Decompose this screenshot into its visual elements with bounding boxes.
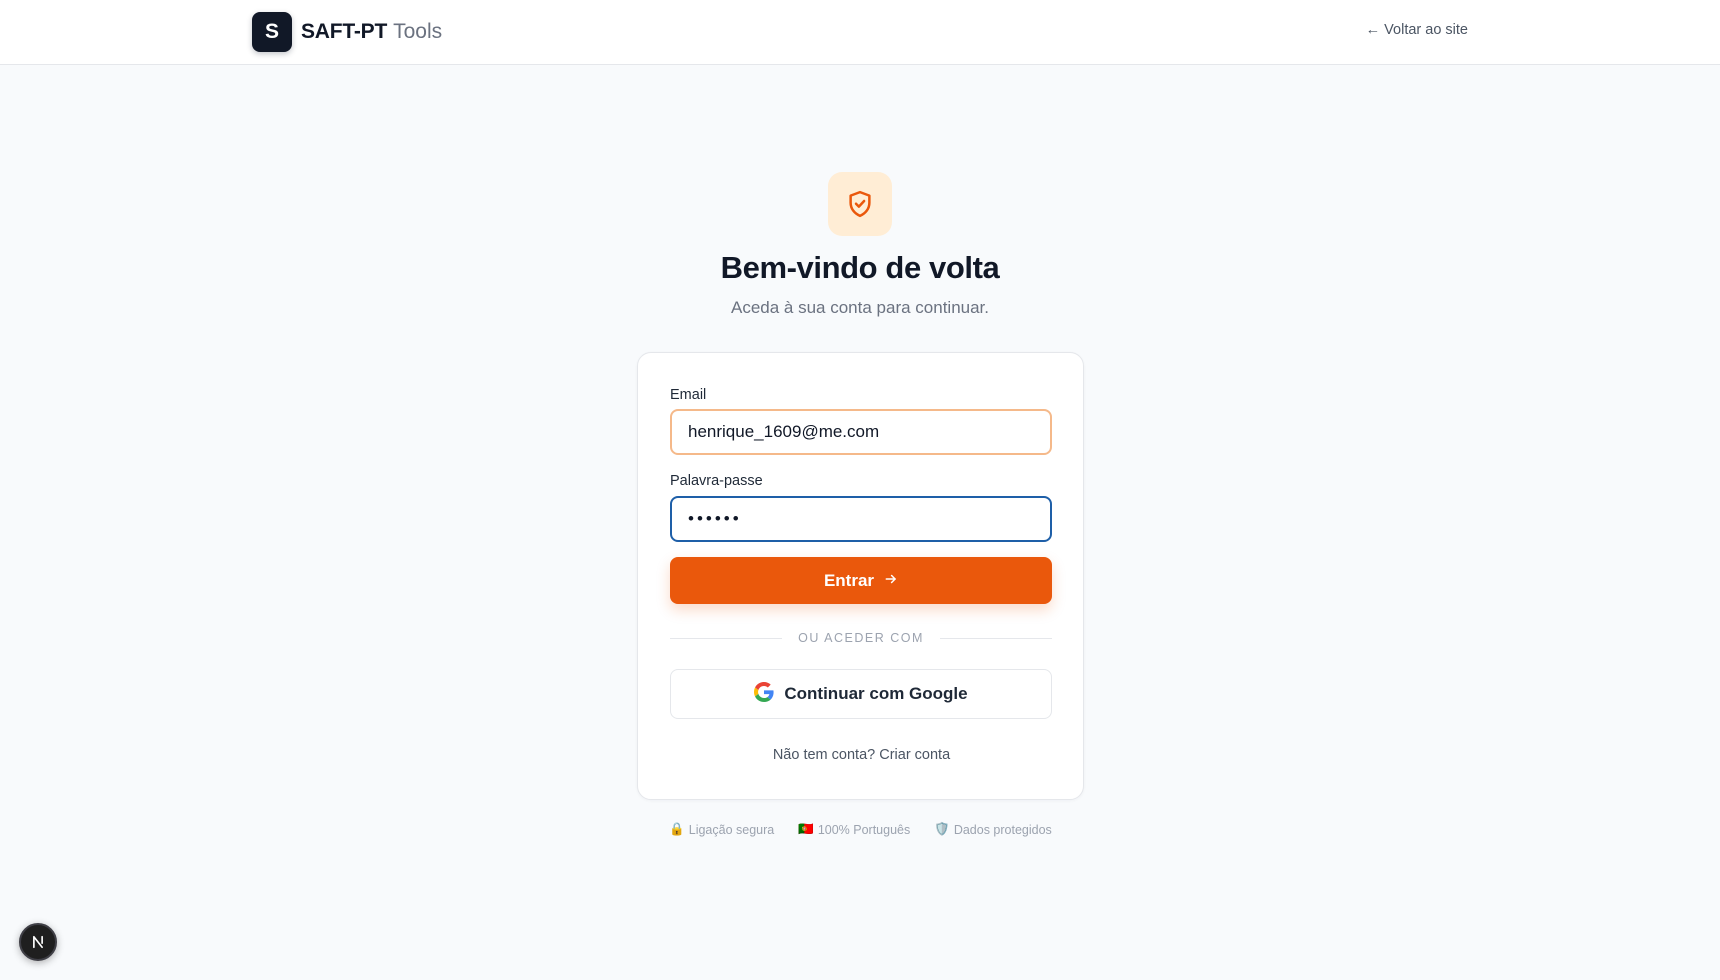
nextjs-dev-badge[interactable] [19,923,57,961]
create-account-link[interactable]: Criar conta [879,747,950,763]
google-button-label: Continuar com Google [784,684,968,703]
page-subtitle: Aceda à sua conta para continuar. [730,298,989,317]
divider-line-left [670,637,783,639]
trust-item-secure: 🔒 Ligação segura [669,822,774,837]
login-card: Email Palavra-passe Entrar OU ACEDER COM… [637,352,1084,800]
or-divider: OU ACEDER COM [670,630,1053,646]
shield-icon: 🛡️ [934,822,950,836]
portugal-flag-icon: 🇵🇹 [798,822,814,836]
signup-prompt: Não tem conta? [772,747,876,763]
brand-wordmark: SAFT-PT Tools [301,20,442,44]
trust-label: 100% Português [817,822,911,837]
arrow-right-icon [884,571,898,591]
brand-logo-link[interactable]: S SAFT-PT Tools [252,12,442,52]
lock-icon: 🔒 [669,822,685,836]
back-to-site-link[interactable]: ← Voltar ao site [1366,22,1468,38]
email-field[interactable] [670,409,1052,455]
trust-item-portuguese: 🇵🇹 100% Português [798,822,910,837]
divider-line-right [939,637,1053,639]
top-navbar: S SAFT-PT Tools ← Voltar ao site [0,0,1720,65]
login-button-label: Entrar [823,570,875,590]
google-icon [754,681,774,707]
logo-mark: S [252,12,292,52]
login-button[interactable]: Entrar [670,557,1052,604]
email-label: Email [670,387,707,403]
brand-name: SAFT-PT [301,20,388,43]
signup-row: Não tem conta? Criar conta [638,747,1085,763]
nextjs-n-icon [33,935,43,949]
page-title: Bem-vindo de volta [720,250,1000,285]
shield-check-icon [828,172,892,236]
password-label: Palavra-passe [670,473,763,489]
trust-item-protected: 🛡️ Dados protegidos [934,822,1052,837]
trust-label: Dados protegidos [953,822,1052,837]
brand-suffix: Tools [393,20,443,43]
trust-label: Ligação segura [688,822,775,837]
trust-badges: 🔒 Ligação segura 🇵🇹 100% Português 🛡️ Da… [637,822,1084,837]
divider-text: OU ACEDER COM [798,631,924,645]
google-signin-button[interactable]: Continuar com Google [670,669,1052,719]
password-field[interactable] [670,496,1052,542]
